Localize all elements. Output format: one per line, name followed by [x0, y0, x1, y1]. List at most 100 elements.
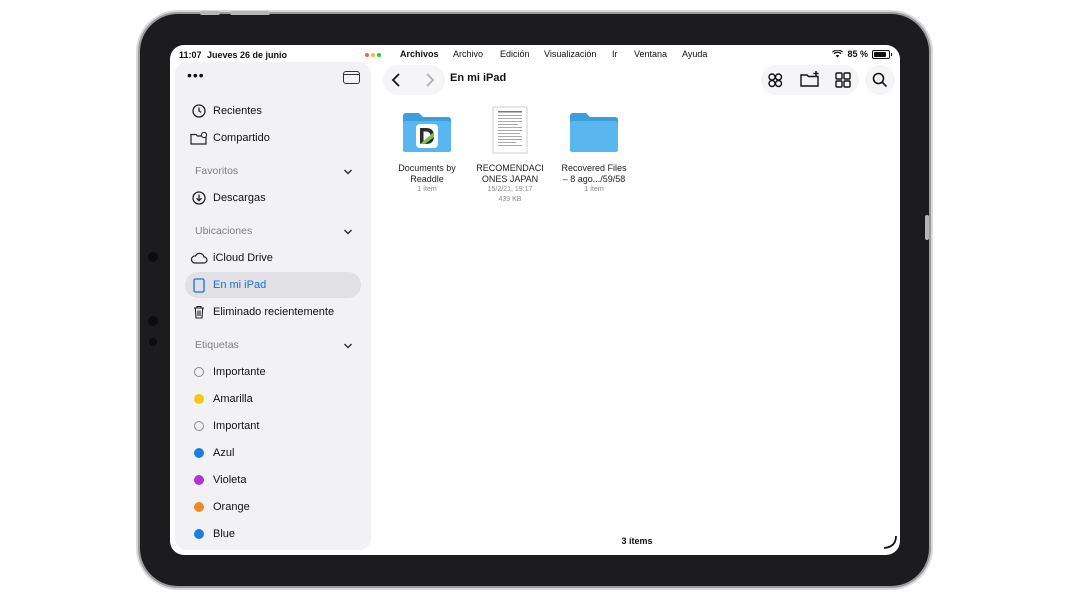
camera-dot: [148, 252, 158, 262]
new-folder-icon[interactable]: [799, 69, 821, 91]
file-name-line: Readdle: [410, 174, 444, 184]
battery-percent: 85 %: [847, 49, 868, 59]
file-name: RECOMENDACI ONES JAPAN: [468, 163, 552, 185]
file-item[interactable]: Recovered Files – 8 ago.../59/58 1 ítem: [552, 110, 636, 195]
menu-ayuda[interactable]: Ayuda: [682, 49, 707, 59]
chevron-down-icon[interactable]: [343, 341, 353, 351]
menu-ir[interactable]: Ir: [612, 49, 618, 59]
tag-empty-circle-icon: [185, 421, 213, 431]
file-name-line: ONES JAPAN: [481, 174, 539, 184]
sidebar-item-compartido[interactable]: Compartido: [185, 125, 361, 151]
items-count: 3 ítems: [621, 536, 653, 546]
search-icon[interactable]: [869, 69, 891, 91]
section-ubicaciones-header[interactable]: Ubicaciones: [195, 225, 252, 237]
trash-icon: [185, 305, 213, 319]
grid-view-icon[interactable]: [832, 69, 854, 91]
page-title: En mi iPad: [450, 72, 507, 84]
tag-dot: [194, 529, 204, 539]
sidebar-item-tag[interactable]: Orange: [185, 494, 361, 520]
file-name-line: Documents by: [398, 163, 456, 173]
main-content: En mi iPad Documents by Readdle 1 ítem R…: [377, 62, 900, 555]
tag-dot: [194, 394, 204, 404]
ipad-icon: [185, 277, 213, 293]
documents-app-folder-icon: [403, 113, 451, 152]
tag-empty-circle-icon: [185, 367, 213, 377]
battery-icon: [872, 49, 892, 59]
camera-dot: [149, 338, 157, 346]
pdf-document-thumbnail-icon: [492, 106, 528, 154]
sidebar-item-tag[interactable]: Blue: [185, 521, 361, 547]
section-favoritos-header[interactable]: Favoritos: [195, 165, 238, 177]
forward-icon[interactable]: [418, 69, 440, 91]
sidebar-item-tag[interactable]: Amarilla: [185, 386, 361, 412]
tag-color-dot-icon: [185, 502, 213, 512]
menu-archivos[interactable]: Archivos: [400, 49, 439, 59]
sidebar-item-icloud-drive[interactable]: iCloud Drive: [185, 245, 361, 271]
sidebar-item-label: Violeta: [213, 474, 247, 486]
cloud-icon: [185, 252, 213, 264]
file-name: Documents by Readdle: [385, 163, 469, 185]
back-icon[interactable]: [386, 69, 408, 91]
minimize-dot-icon[interactable]: [371, 53, 375, 57]
menu-edicion[interactable]: Edición: [500, 49, 530, 59]
file-item[interactable]: RECOMENDACI ONES JAPAN 15/2/21, 19:17 439…: [468, 106, 552, 205]
tag-color-dot-icon: [185, 448, 213, 458]
chevron-down-icon[interactable]: [343, 167, 353, 177]
resize-handle-icon[interactable]: [882, 534, 898, 550]
download-icon: [185, 191, 213, 205]
shared-folder-icon: [185, 131, 213, 145]
sidebar-item-label: Orange: [213, 501, 250, 513]
file-meta: 439 KB: [498, 196, 522, 203]
file-name: Recovered Files – 8 ago.../59/58: [552, 163, 636, 185]
tag-dot: [194, 367, 204, 377]
file-meta: 15/2/21, 19:17: [487, 186, 533, 193]
chevron-down-icon[interactable]: [343, 227, 353, 237]
sidebar-item-label: Important: [213, 420, 260, 432]
wifi-icon: [832, 50, 844, 58]
side-button: [925, 215, 929, 240]
folder-icon: [570, 113, 618, 152]
section-etiquetas-header[interactable]: Etiquetas: [195, 339, 239, 351]
sidebar-item-tag[interactable]: Violeta: [185, 467, 361, 493]
sidebar-item-tag[interactable]: Azul: [185, 440, 361, 466]
top-button: [200, 11, 220, 15]
zoom-dot-icon[interactable]: [377, 53, 381, 57]
close-dot-icon[interactable]: [365, 53, 369, 57]
sidebar-item-descargas[interactable]: Descargas: [185, 185, 361, 211]
tag-dot: [194, 421, 204, 431]
status-date: Jueves 26 de junio: [207, 50, 288, 60]
status-time: 11:07: [179, 50, 202, 60]
window-controls[interactable]: [365, 53, 385, 57]
sidebar-item-tag[interactable]: Important: [185, 413, 361, 439]
share-group-icon[interactable]: [764, 69, 786, 91]
sidebar-item-label: Amarilla: [213, 393, 253, 405]
file-name-line: RECOMENDACI: [476, 163, 544, 173]
sidebar-item-label: Importante: [213, 366, 266, 378]
tag-dot: [194, 448, 204, 458]
tag-color-dot-icon: [185, 475, 213, 485]
tag-dot: [194, 475, 204, 485]
sidebar-item-label: Descargas: [213, 192, 266, 204]
sidebar-item-eliminado-recientemente[interactable]: Eliminado recientemente: [185, 299, 361, 325]
sidebar-item-label: Azul: [213, 447, 235, 459]
sidebar-item-label: Blue: [213, 528, 236, 540]
file-meta: 1 ítem: [417, 186, 437, 193]
top-button: [230, 11, 270, 15]
sidebar-item-en-mi-ipad[interactable]: En mi iPad: [185, 272, 361, 298]
camera-dot: [148, 316, 158, 326]
sidebar-toggle-icon[interactable]: [343, 71, 360, 84]
menu-visualizacion[interactable]: Visualización: [544, 49, 596, 59]
more-icon[interactable]: •••: [187, 67, 205, 83]
menu-archivo[interactable]: Archivo: [453, 49, 483, 59]
tag-dot: [194, 502, 204, 512]
clock-icon: [185, 104, 213, 118]
status-right: 85 %: [832, 49, 892, 59]
tag-color-dot-icon: [185, 394, 213, 404]
file-name-line: – 8 ago.../59/58: [562, 174, 626, 184]
file-item[interactable]: Documents by Readdle 1 ítem: [385, 110, 469, 195]
sidebar-item-label: iCloud Drive: [213, 252, 273, 264]
sidebar-item-recientes[interactable]: Recientes: [185, 98, 361, 124]
menu-ventana[interactable]: Ventana: [634, 49, 667, 59]
screen: 11:07 Jueves 26 de junio Archivos Archiv…: [170, 45, 900, 555]
sidebar-item-tag[interactable]: Importante: [185, 359, 361, 385]
